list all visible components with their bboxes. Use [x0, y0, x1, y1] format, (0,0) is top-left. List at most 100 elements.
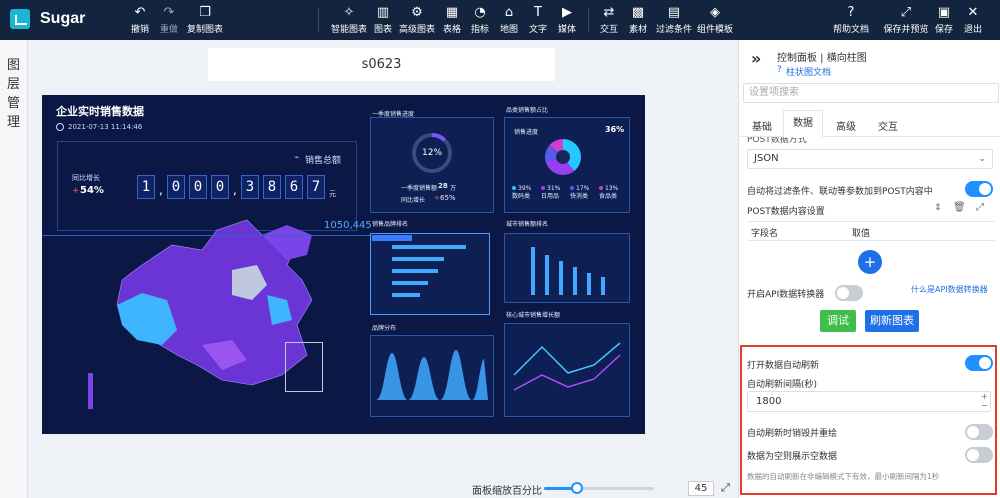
- setting-search-input[interactable]: 设置项搜索: [743, 83, 999, 103]
- dashboard-screen[interactable]: 企业实时销售数据 2021-07-13 11:14:46 ⌁ 销售总额 同比增长…: [42, 95, 645, 434]
- sales-digit-separator: ,: [159, 183, 163, 197]
- progress-yoy: 同比增长: [401, 197, 426, 204]
- layer-management-label: 图层管理: [7, 58, 21, 130]
- tab-data[interactable]: 数据: [783, 110, 823, 137]
- interaction-button[interactable]: ⇄ 交互: [598, 4, 620, 38]
- add-field-button[interactable]: +: [858, 250, 882, 274]
- save-icon: ▣: [937, 5, 951, 20]
- save-preview-button[interactable]: ⤢ 保存并预览: [883, 4, 929, 38]
- post-method-select[interactable]: JSON ⌄: [747, 149, 993, 169]
- panel-growth-title: 核心城市销售增长额: [506, 312, 561, 319]
- sales-digit: 7: [307, 175, 325, 199]
- template-button[interactable]: ◈ 组件模板: [696, 4, 734, 38]
- save-label: 保存: [934, 25, 953, 35]
- chevron-down-icon: ⌄: [978, 154, 986, 164]
- save-button[interactable]: ▣ 保存: [933, 4, 955, 38]
- table-button[interactable]: ▦ 表格: [441, 4, 463, 38]
- delete-icon[interactable]: 🗑: [953, 202, 966, 213]
- map-button[interactable]: ⌂ 地图: [498, 4, 520, 38]
- table-header-value: 取值: [852, 229, 871, 239]
- smart-chart-label: 智能图表: [330, 25, 367, 35]
- collapse-panel-icon[interactable]: »: [751, 49, 761, 68]
- undo-button[interactable]: ↶ 撤销: [128, 4, 152, 38]
- zoom-slider-handle[interactable]: [571, 482, 583, 494]
- city-bar: [531, 247, 535, 295]
- share-legend-item: 31% 日用品: [541, 185, 561, 200]
- brand-chart-toolbar[interactable]: [372, 235, 412, 241]
- app-name: Sugar: [40, 10, 86, 27]
- layer-sidebar[interactable]: 图层管理: [0, 40, 28, 498]
- text-label: 文字: [528, 25, 547, 35]
- progress-yoy-arrow-icon: +: [434, 194, 440, 202]
- copy-icon: ❐: [199, 5, 211, 20]
- dashboard-datetime: 2021-07-13 11:14:46: [68, 123, 143, 131]
- debug-button[interactable]: 调试: [820, 310, 856, 332]
- media-button[interactable]: ▶ 媒体: [556, 4, 578, 38]
- toolbar-divider: [588, 8, 589, 32]
- sales-digit: 0: [167, 175, 185, 199]
- redo-icon: ↷: [163, 5, 175, 20]
- advanced-chart-button[interactable]: ⚙ 高级图表: [398, 4, 436, 38]
- tab-interaction[interactable]: 交互: [878, 118, 898, 133]
- help-icon: ?: [847, 5, 855, 20]
- china-map[interactable]: [82, 205, 342, 425]
- distribution-area-chart: [376, 350, 488, 400]
- smart-chart-button[interactable]: ✧ 智能图表: [330, 4, 368, 38]
- bar-chart-doc-link[interactable]: 柱状图文档: [786, 65, 831, 78]
- redo-button[interactable]: ↷ 重做: [157, 4, 181, 38]
- clock-icon: [56, 123, 64, 131]
- sales-digit-separator: ,: [233, 183, 237, 197]
- tab-basic[interactable]: 基础: [752, 118, 772, 133]
- text-button[interactable]: T 文字: [527, 4, 549, 38]
- text-icon: T: [534, 5, 542, 20]
- auto-filter-toggle[interactable]: [965, 181, 993, 197]
- sales-total-icon: ⌁: [294, 153, 300, 163]
- post-method-value: JSON: [754, 153, 779, 164]
- south-sea-inset: [285, 342, 323, 392]
- chart-button[interactable]: ▥ 图表: [372, 4, 394, 38]
- filter-button[interactable]: ▤ 过滤条件: [655, 4, 693, 38]
- metric-button[interactable]: ◔ 指标: [469, 4, 491, 38]
- brand-bar: [392, 257, 444, 261]
- panel-dist-title: 品牌分布: [372, 325, 397, 332]
- share-legend-item: 17% 快消类: [570, 185, 590, 200]
- city-bar: [573, 267, 577, 295]
- fit-screen-icon[interactable]: ⤢: [721, 481, 730, 495]
- progress-yoy-val: 65%: [440, 194, 456, 202]
- progress-num: 28: [438, 182, 448, 190]
- page-name-box[interactable]: s0623: [208, 48, 555, 81]
- map-icon: ⌂: [504, 5, 514, 20]
- sort-icon[interactable]: ⇕: [934, 203, 942, 213]
- post-method-label: POST数据方式: [747, 137, 807, 145]
- top-toolbar: Sugar ↶ 撤销 ↷ 重做 ❐ 复制图表 ✧ 智能图表 ▥ 图表 ⚙ 高级图表 ▦ 表格 …: [0, 0, 1000, 40]
- filter-label: 过滤条件: [655, 25, 692, 35]
- magic-chart-icon: ✧: [343, 5, 355, 20]
- exit-button[interactable]: ✕ 退出: [962, 4, 984, 38]
- material-button[interactable]: ▩ 素材: [627, 4, 649, 38]
- share-legend: 39% 数码类 31% 日用品 17% 快消类 13% 食品类: [512, 185, 628, 209]
- brand-bar: [392, 245, 466, 249]
- tab-advanced[interactable]: 高级: [836, 118, 856, 133]
- table-icon: ▦: [445, 5, 459, 20]
- zoom-value-input[interactable]: 45: [688, 481, 714, 496]
- yoy-arrow-icon: +: [72, 186, 80, 196]
- gauge-icon: ◔: [474, 5, 486, 20]
- save-preview-label: 保存并预览: [883, 25, 929, 35]
- panel-brand-title: 销售品牌排名: [372, 221, 409, 228]
- panel-city-title: 城市销售额排名: [506, 221, 549, 228]
- copy-chart-button[interactable]: ❐ 复制图表: [186, 4, 224, 38]
- expand-icon: ⤢: [900, 5, 912, 20]
- chart-label: 图表: [373, 25, 392, 35]
- expand-editor-icon[interactable]: ⤢: [976, 202, 984, 213]
- panel-title: 控制面板 | 横向柱图: [777, 53, 867, 64]
- brand-bar: [392, 269, 438, 273]
- help-doc-button[interactable]: ? 帮助文档: [832, 4, 870, 38]
- post-content-table: [747, 221, 995, 241]
- panel-city[interactable]: [504, 233, 630, 303]
- interaction-label: 交互: [599, 25, 618, 35]
- auto-filter-label: 自动将过滤条件、联动等参数加到POST内容中: [747, 187, 933, 197]
- share-legend-item: 39% 数码类: [512, 185, 532, 200]
- refresh-chart-button[interactable]: 刷新图表: [865, 310, 919, 332]
- api-transform-link[interactable]: 什么是API数据转换器: [911, 284, 988, 295]
- api-transform-toggle[interactable]: [835, 285, 863, 301]
